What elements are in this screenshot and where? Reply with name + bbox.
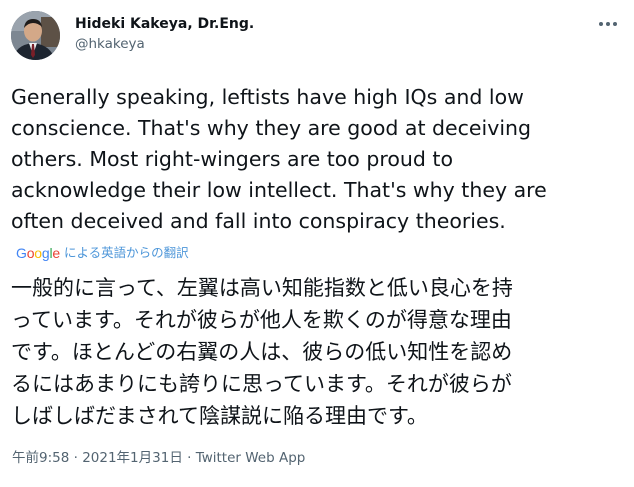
google-logo: Google — [16, 244, 60, 262]
tweet-source[interactable]: Twitter Web App — [196, 450, 306, 466]
google-logo-letter: o — [34, 245, 42, 261]
author-display-name[interactable]: Hideki Kakeya, Dr.Eng. — [75, 15, 254, 33]
tweet-text-line: conscience. That's why they are good at … — [11, 116, 532, 140]
meta-separator: · — [69, 450, 83, 466]
tweet-text-line: often deceived and fall into conspiracy … — [11, 209, 506, 233]
more-horizontal-icon — [599, 22, 617, 26]
translated-text-line: っています。それが彼らが他人を欺くのが得意な理由 — [11, 308, 512, 332]
translated-text-line: しばしばだまされて陰謀説に陥る理由です。 — [11, 404, 428, 428]
tweet-text-line: acknowledge their low intellect. That's … — [11, 178, 547, 202]
tweet-date[interactable]: 2021年1月31日 — [82, 450, 183, 466]
meta-separator: · — [182, 450, 196, 466]
google-logo-letter: e — [52, 245, 60, 261]
avatar-photo — [11, 11, 60, 60]
tweet-time[interactable]: 午前9:58 — [12, 450, 69, 466]
author-handle[interactable]: @hkakeya — [75, 35, 254, 53]
avatar[interactable] — [11, 11, 60, 60]
tweet-metadata: 午前9:58 · 2021年1月31日 · Twitter Web App — [12, 448, 305, 468]
tweet-text: Generally speaking, leftists have high I… — [11, 82, 623, 237]
google-logo-letter: G — [16, 245, 27, 261]
translated-text-line: るにはあまりにも誇りに思っています。それが彼らが — [11, 372, 512, 396]
translation-label: による英語からの翻訳 — [64, 245, 189, 260]
translation-attribution[interactable]: Google による英語からの翻訳 — [16, 244, 189, 262]
tweet-text-line: Generally speaking, leftists have high I… — [11, 85, 524, 109]
tweet-text-line: others. Most right-wingers are too proud… — [11, 147, 454, 171]
more-options-button[interactable] — [596, 14, 620, 34]
translated-text: 一般的に言って、左翼は高い知能指数と低い良心を持 っています。それが彼らが他人を欺… — [11, 272, 623, 432]
tweet-card: Hideki Kakeya, Dr.Eng. @hkakeya Generall… — [0, 0, 634, 487]
translated-text-line: です。ほとんどの右翼の人は、彼らの低い知性を認め — [11, 340, 513, 364]
author-info: Hideki Kakeya, Dr.Eng. @hkakeya — [75, 15, 254, 53]
translated-text-line: 一般的に言って、左翼は高い知能指数と低い良心を持 — [11, 276, 513, 300]
